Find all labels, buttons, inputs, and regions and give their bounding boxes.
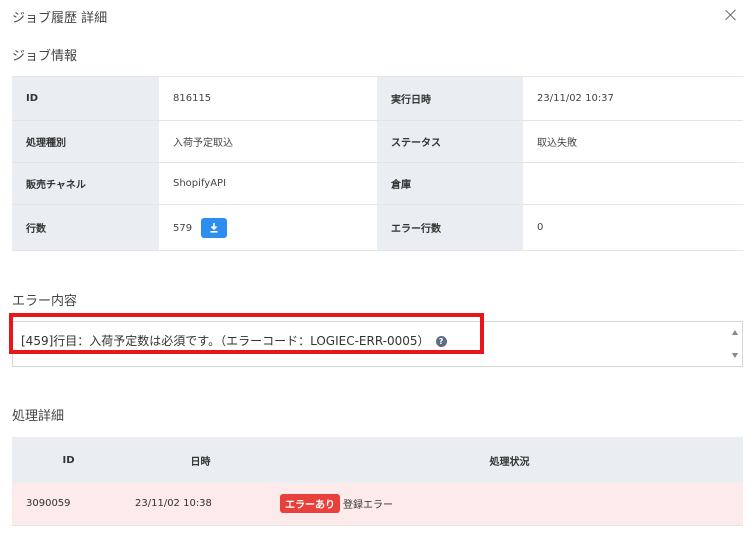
scroll-down-arrow-icon[interactable] [732, 353, 738, 358]
detail-header-row: ID 日時 処理状況 [12, 437, 743, 483]
id-label: ID [12, 76, 159, 121]
id-value: 816115 [159, 76, 377, 121]
error-row-count-label: エラー行数 [377, 204, 523, 251]
row-count-value: 579 [173, 222, 193, 234]
detail-section-title: 処理詳細 [12, 409, 65, 424]
row-status-text: 登録エラー [343, 500, 393, 512]
download-button[interactable] [201, 217, 228, 238]
row-datetime: 23/11/02 10:38 [125, 483, 276, 526]
job-info-row: 行数 579 エラー行数 0 [12, 204, 743, 251]
job-info-table: ID 816115 実行日時 23/11/02 10:37 処理種別 入荷予定取… [12, 76, 743, 251]
download-icon [210, 222, 218, 233]
header-status: 処理状況 [276, 437, 743, 483]
scroll-up-arrow-icon[interactable] [732, 330, 738, 335]
detail-table: ID 日時 処理状況 3090059 23/11/02 10:38 エラーあり登… [12, 437, 743, 526]
status-value: 取込失敗 [523, 120, 743, 163]
process-type-value: 入荷予定取込 [159, 120, 377, 163]
error-section-title: エラー内容 [12, 294, 78, 309]
row-count-cell: 579 [159, 204, 377, 251]
table-row[interactable]: 3090059 23/11/02 10:38 エラーあり 登録エラー [12, 483, 743, 526]
header-id: ID [12, 437, 125, 483]
job-info-section-title: ジョブ情報 [12, 49, 78, 64]
warehouse-label: 倉庫 [377, 162, 523, 205]
header-datetime: 日時 [125, 437, 276, 483]
job-info-row: 処理種別 入荷予定取込 ステータス 取込失敗 [12, 120, 743, 163]
sales-channel-label: 販売チャネル [12, 162, 159, 205]
highlight-box [9, 313, 484, 354]
sales-channel-value: ShopifyAPI [159, 162, 377, 205]
job-info-row: ID 816115 実行日時 23/11/02 10:37 [12, 76, 743, 121]
job-info-row: 販売チャネル ShopifyAPI 倉庫 [12, 162, 743, 205]
executed-at-value: 23/11/02 10:37 [523, 76, 743, 121]
error-row-count-value: 0 [523, 204, 743, 251]
row-count-label: 行数 [12, 204, 159, 251]
modal-title: ジョブ履歴 詳細 [12, 11, 108, 26]
row-id: 3090059 [12, 483, 125, 526]
error-badge: エラーあり [280, 494, 340, 514]
executed-at-label: 実行日時 [377, 76, 523, 121]
process-type-label: 処理種別 [12, 120, 159, 163]
row-status: エラーあり 登録エラー [276, 483, 743, 526]
warehouse-value [523, 162, 743, 205]
close-icon[interactable] [722, 6, 740, 24]
status-label: ステータス [377, 120, 523, 163]
